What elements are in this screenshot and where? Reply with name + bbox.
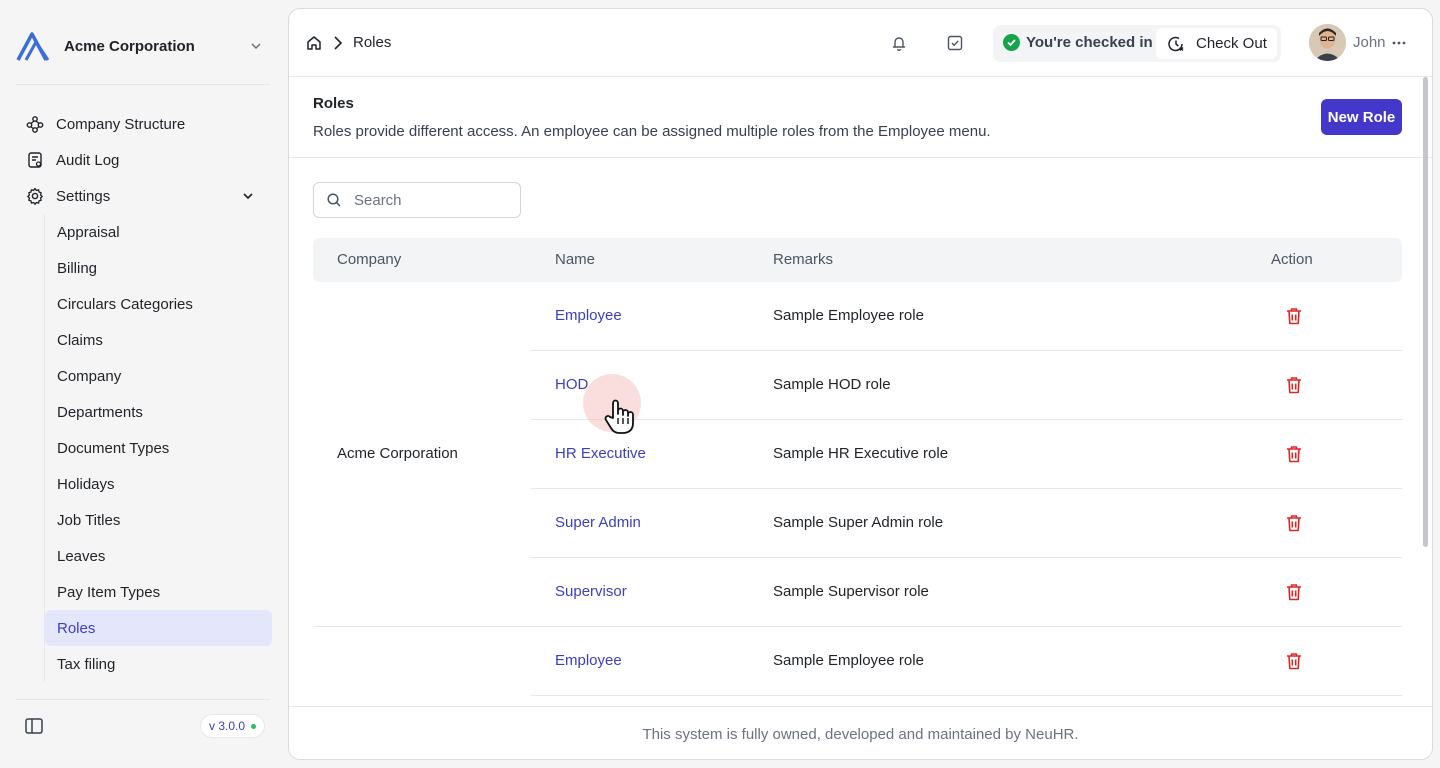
settings-item-holidays[interactable]: Holidays [45, 466, 272, 502]
column-header-company[interactable]: Company [337, 251, 401, 268]
more-horizontal-icon[interactable] [1389, 33, 1409, 53]
role-name-link[interactable]: Supervisor [555, 583, 627, 600]
check-out-label: Check Out [1196, 35, 1267, 52]
settings-item-billing[interactable]: Billing [45, 250, 272, 286]
settings-item-document-types[interactable]: Document Types [45, 430, 272, 466]
roles-table: Company Name Remarks Action Acme Corpora… [313, 238, 1402, 696]
check-out-button[interactable]: Check Out [1156, 28, 1277, 59]
nav-item-audit-log[interactable]: Audit Log [16, 143, 272, 177]
role-remark: Sample Employee role [773, 652, 924, 669]
version-label: v 3.0.0 [209, 719, 246, 733]
page-header: Roles Roles provide different access. An… [289, 77, 1432, 158]
version-badge: v 3.0.0 [200, 714, 266, 738]
chevron-down-icon[interactable] [248, 38, 264, 54]
bell-icon[interactable] [889, 33, 909, 53]
clock-out-icon [1168, 36, 1184, 51]
role-remark: Sample HR Executive role [773, 445, 949, 462]
org-chart-icon [16, 107, 52, 141]
hand-pointer-icon [604, 399, 634, 434]
page-title: Roles [313, 95, 354, 112]
chevron-right-icon [334, 36, 343, 50]
column-header-remarks[interactable]: Remarks [773, 251, 833, 268]
table-header: Company Name Remarks Action [313, 238, 1402, 282]
check-circle-icon [1003, 34, 1020, 51]
task-check-icon[interactable] [945, 33, 965, 53]
sidebar-toggle-icon[interactable] [24, 716, 44, 736]
main-panel: Roles You're checked in Check Out John R… [288, 8, 1433, 760]
chevron-down-icon[interactable] [240, 188, 256, 204]
org-name: Acme Corporation [64, 37, 195, 55]
settings-item-departments[interactable]: Departments [45, 394, 272, 430]
nav-label: Settings [56, 187, 111, 205]
table-row: Super Admin Sample Super Admin role [531, 489, 1402, 558]
audit-log-icon [16, 143, 52, 177]
table-row: HOD Sample HOD role [531, 351, 1402, 420]
company-cell: Acme Corporation [337, 445, 458, 462]
role-remark: Sample Super Admin role [773, 514, 944, 531]
trash-icon[interactable] [1285, 582, 1303, 602]
home-icon[interactable] [305, 34, 323, 52]
user-name[interactable]: John [1353, 34, 1386, 51]
settings-item-job-titles[interactable]: Job Titles [45, 502, 272, 538]
trash-icon[interactable] [1285, 513, 1303, 533]
nav-label: Company Structure [56, 115, 186, 133]
settings-item-roles[interactable]: Roles [45, 610, 272, 646]
footer-text: This system is fully owned, developed an… [642, 725, 1079, 743]
org-switcher[interactable]: Acme Corporation [16, 30, 272, 62]
role-remark: Sample HOD role [773, 376, 891, 393]
search-icon [327, 193, 341, 207]
checkin-status-label: You're checked in [1026, 34, 1153, 51]
checkin-status: You're checked in [1003, 34, 1153, 51]
role-name-link[interactable]: Employee [555, 307, 622, 324]
topbar: Roles You're checked in Check Out John [289, 9, 1432, 77]
nav-item-company-structure[interactable]: Company Structure [16, 107, 272, 141]
column-header-action: Action [1271, 251, 1313, 268]
gear-icon [16, 179, 52, 213]
role-name-link[interactable]: Super Admin [555, 514, 641, 531]
trash-icon[interactable] [1285, 651, 1303, 671]
nav-label: Audit Log [56, 151, 120, 169]
role-name-link[interactable]: Employee [555, 652, 622, 669]
sidebar: Acme Corporation Company Structure Audit… [0, 0, 288, 768]
settings-item-appraisal[interactable]: Appraisal [45, 214, 272, 250]
role-remark: Sample Employee role [773, 307, 924, 324]
table-row: HR Executive Sample HR Executive role [531, 420, 1402, 489]
mouse-cursor [583, 374, 641, 434]
trash-icon[interactable] [1285, 375, 1303, 395]
table-row: Employee Sample Employee role [531, 627, 1402, 696]
settings-item-pay-item-types[interactable]: Pay Item Types [45, 574, 272, 610]
page-description: Roles provide different access. An emplo… [313, 123, 991, 140]
role-name-link[interactable]: HR Executive [555, 445, 646, 462]
company-logo-icon [16, 32, 50, 61]
trash-icon[interactable] [1285, 306, 1303, 326]
search-input[interactable] [354, 191, 504, 209]
breadcrumb-current: Roles [353, 34, 392, 51]
new-role-button[interactable]: New Role [1321, 99, 1402, 135]
divider [16, 84, 270, 85]
search-box [313, 182, 521, 218]
settings-item-circulars-categories[interactable]: Circulars Categories [45, 286, 272, 322]
nav-item-settings[interactable]: Settings [16, 179, 272, 213]
settings-item-leaves[interactable]: Leaves [45, 538, 272, 574]
scrollbar[interactable] [1423, 77, 1428, 547]
status-dot-icon [251, 723, 257, 729]
footer: This system is fully owned, developed an… [289, 706, 1432, 759]
settings-submenu: Appraisal Billing Circulars Categories C… [44, 214, 272, 682]
avatar[interactable] [1309, 24, 1346, 61]
settings-item-claims[interactable]: Claims [45, 322, 272, 358]
role-name-link[interactable]: HOD [555, 376, 588, 393]
column-header-name[interactable]: Name [555, 251, 595, 268]
divider [16, 699, 270, 700]
trash-icon[interactable] [1285, 444, 1303, 464]
role-remark: Sample Supervisor role [773, 583, 929, 600]
table-row: Supervisor Sample Supervisor role [531, 558, 1402, 627]
attendance-widget: You're checked in Check Out [993, 25, 1281, 62]
table-row: Employee Sample Employee role [531, 282, 1402, 351]
settings-item-company[interactable]: Company [45, 358, 272, 394]
settings-item-tax-filing[interactable]: Tax filing [45, 646, 272, 682]
